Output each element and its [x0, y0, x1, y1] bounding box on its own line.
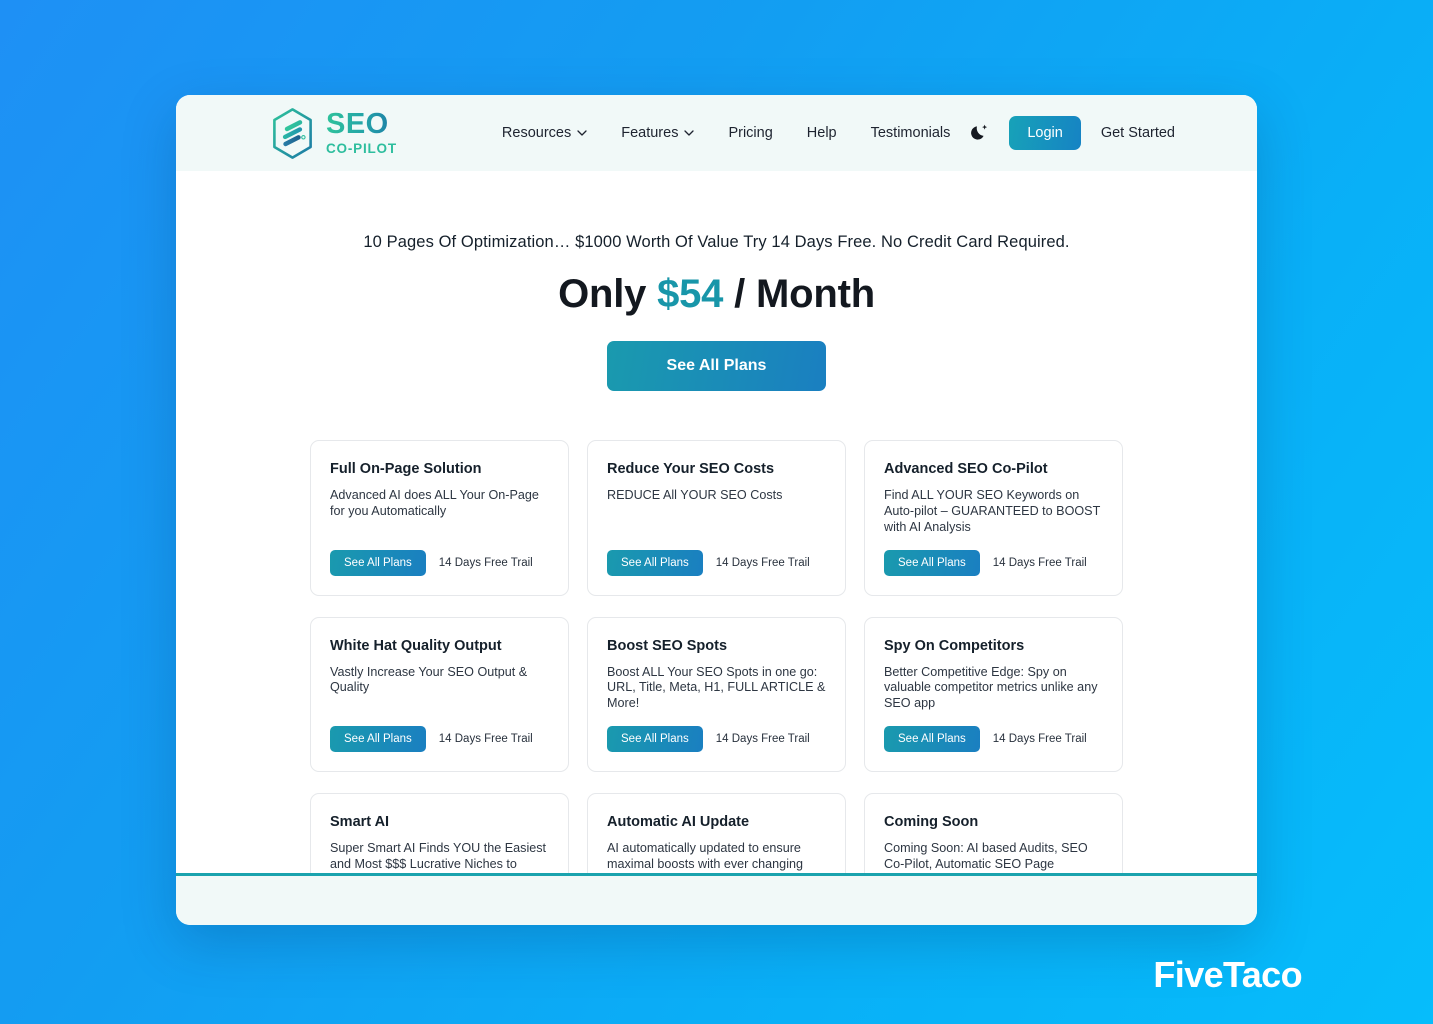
nav-label-testimonials: Testimonials: [870, 125, 951, 141]
card-see-all-plans-button[interactable]: See All Plans: [884, 726, 980, 753]
chevron-down-icon: [577, 130, 587, 136]
card-see-all-plans-button[interactable]: See All Plans: [330, 726, 426, 753]
feature-card: Advanced SEO Co-Pilot Find ALL YOUR SEO …: [864, 440, 1123, 596]
site-footer: [176, 873, 1257, 925]
card-title: Smart AI: [330, 814, 390, 831]
hero-see-all-plans-button[interactable]: See All Plans: [606, 341, 827, 391]
nav-item-help[interactable]: Help: [807, 125, 837, 141]
brand-logo[interactable]: SEO CO-PILOT: [268, 107, 397, 160]
card-title: Spy On Competitors: [884, 637, 1025, 654]
site-header: SEO CO-PILOT Resources Features Pricing: [176, 95, 1257, 171]
chevron-down-icon: [684, 130, 695, 136]
feature-card: Smart AI Super Smart AI Finds YOU the Ea…: [310, 793, 569, 873]
feature-card: Coming Soon Coming Soon: AI based Audits…: [864, 793, 1123, 873]
card-description: Coming Soon: AI based Audits, SEO Co-Pil…: [884, 841, 1088, 873]
feature-card: Spy On Competitors Better Competitive Ed…: [864, 616, 1123, 773]
card-see-all-plans-button[interactable]: See All Plans: [884, 549, 980, 576]
get-started-link[interactable]: Get Started: [1101, 125, 1175, 141]
hero-cta-wrapper: See All Plans: [176, 341, 1257, 391]
card-description: Better Competitive Edge: Spy on valuable…: [884, 664, 1098, 711]
feature-cards-grid: Full On-Page Solution Advanced AI does A…: [310, 440, 1123, 873]
feature-card: White Hat Quality Output Vastly Increase…: [310, 616, 569, 773]
nav-label-help: Help: [806, 125, 837, 141]
feature-card: Reduce Your SEO Costs REDUCE All YOUR SE…: [587, 440, 846, 596]
feature-card: Boost SEO Spots Boost ALL Your SEO Spots…: [587, 616, 846, 773]
brand-title: SEO: [326, 110, 397, 139]
card-description: Super Smart AI Finds YOU the Easiest and…: [330, 841, 547, 873]
card-title: Coming Soon: [884, 814, 979, 831]
card-footer: See All Plans 14 Days Free Trail: [330, 549, 549, 576]
card-description: Vastly Increase Your SEO Output & Qualit…: [330, 664, 528, 695]
price-prefix: Only: [558, 272, 647, 316]
crescent-moon-sparkle-icon[interactable]: [969, 123, 989, 143]
nav-item-pricing[interactable]: Pricing: [728, 125, 772, 141]
main-nav: Resources Features Pricing Help Testimon…: [502, 125, 950, 141]
card-title: White Hat Quality Output: [330, 637, 502, 654]
nav-item-resources[interactable]: Resources: [502, 125, 587, 141]
card-see-all-plans-button[interactable]: See All Plans: [330, 549, 426, 576]
brand-text: SEO CO-PILOT: [326, 110, 397, 156]
card-description: AI automatically updated to ensure maxim…: [607, 841, 803, 873]
hero-subheadline: 10 Pages Of Optimization… $1000 Worth Of…: [363, 233, 1070, 251]
nav-label-pricing: Pricing: [728, 125, 773, 141]
nav-label-resources: Resources: [501, 125, 572, 141]
price-amount: $54: [657, 272, 724, 316]
header-actions: Login Get Started: [969, 116, 1175, 150]
nav-item-features[interactable]: Features: [621, 125, 695, 141]
card-title: Boost SEO Spots: [607, 637, 728, 654]
feature-card: Full On-Page Solution Advanced AI does A…: [310, 440, 569, 596]
card-footer: See All Plans 14 Days Free Trail: [607, 549, 826, 576]
price-suffix: / Month: [734, 272, 875, 316]
nav-label-features: Features: [621, 125, 679, 141]
card-description: Find ALL YOUR SEO Keywords on Auto-pilot…: [884, 488, 1101, 534]
login-button[interactable]: Login: [1009, 116, 1081, 150]
card-footer: See All Plans 14 Days Free Trail: [330, 726, 549, 753]
card-footer: See All Plans 14 Days Free Trail: [884, 726, 1103, 753]
feature-card: Automatic AI Update AI automatically upd…: [587, 793, 846, 873]
card-description: Boost ALL Your SEO Spots in one go: URL,…: [607, 664, 826, 711]
card-title: Automatic AI Update: [607, 814, 750, 831]
card-title: Advanced SEO Co-Pilot: [884, 461, 1048, 477]
card-title: Reduce Your SEO Costs: [607, 461, 775, 477]
card-trial-note: 14 Days Free Trail: [715, 556, 810, 569]
card-trial-note: 14 Days Free Trail: [992, 733, 1087, 746]
card-description: REDUCE All YOUR SEO Costs: [607, 488, 783, 502]
card-trial-note: 14 Days Free Trail: [992, 556, 1087, 569]
hexagon-stripes-logo-icon: [273, 107, 312, 159]
browser-window: SEO CO-PILOT Resources Features Pricing: [176, 95, 1257, 925]
brand-subtitle: CO-PILOT: [326, 141, 397, 157]
card-trial-note: 14 Days Free Trail: [715, 733, 810, 746]
card-footer: See All Plans 14 Days Free Trail: [607, 726, 826, 753]
fivetaco-watermark: FiveTaco: [1153, 954, 1302, 995]
card-description: Advanced AI does ALL Your On-Page for yo…: [330, 488, 539, 518]
page-body: 10 Pages Of Optimization… $1000 Worth Of…: [176, 171, 1257, 873]
card-see-all-plans-button[interactable]: See All Plans: [607, 726, 703, 753]
hero-price-headline: Only $54 / Month: [176, 272, 1257, 317]
card-title: Full On-Page Solution: [330, 461, 482, 477]
card-trial-note: 14 Days Free Trail: [438, 733, 533, 746]
card-trial-note: 14 Days Free Trail: [438, 556, 533, 569]
card-see-all-plans-button[interactable]: See All Plans: [607, 549, 703, 576]
nav-item-testimonials[interactable]: Testimonials: [871, 125, 951, 141]
card-footer: See All Plans 14 Days Free Trail: [884, 549, 1103, 576]
